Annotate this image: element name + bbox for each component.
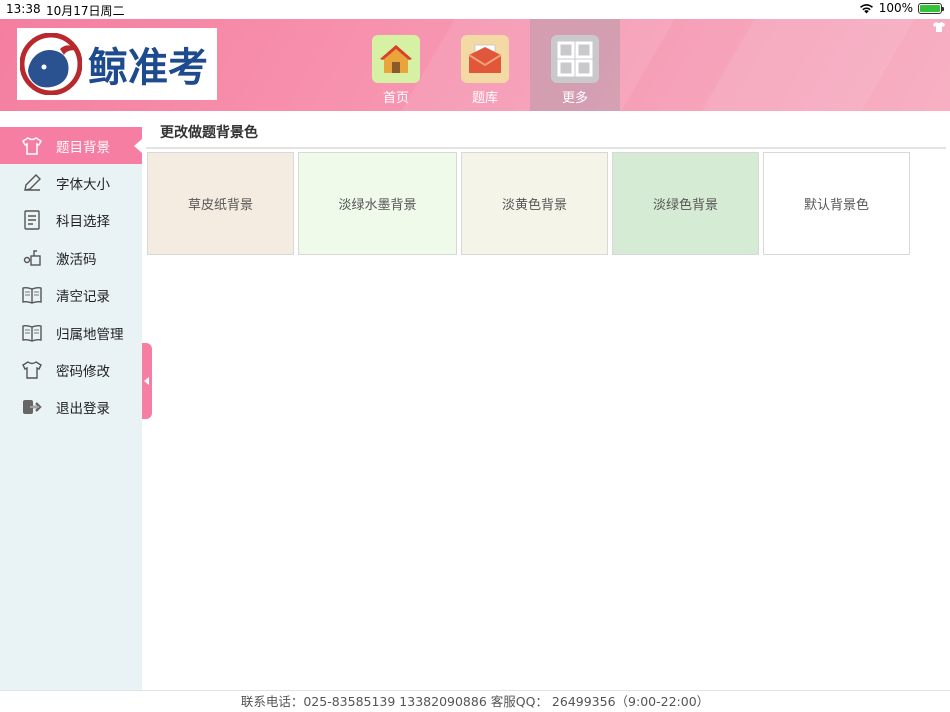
logo: 鲸准考: [17, 28, 217, 100]
sidebar-item-clear-records[interactable]: 清空记录: [0, 277, 142, 314]
document-icon: [22, 210, 42, 231]
sidebar-item-password-change[interactable]: 密码修改: [0, 351, 142, 388]
app-header: 鲸准考 首页 题库 更多: [0, 19, 950, 111]
sidebar: 题目背景 字体大小 科目选择 激活码 清空记录 归属地管理 密码修改 退出登录: [0, 111, 142, 690]
sidebar-item-label: 激活码: [56, 251, 97, 268]
grid-icon: [551, 35, 599, 83]
nav-question-bank-button[interactable]: 题库: [440, 19, 530, 111]
sidebar-item-logout[interactable]: 退出登录: [0, 389, 142, 426]
battery-icon: [918, 2, 944, 14]
whale-logo-icon: [20, 33, 82, 95]
footer-contact: 联系电话：025-83585139 13382090886 客服QQ： 2649…: [0, 690, 950, 712]
background-option-label: 默认背景色: [803, 198, 869, 213]
sidebar-item-question-background[interactable]: 题目背景: [0, 127, 142, 165]
nav-home-button[interactable]: 首页: [351, 19, 441, 111]
sidebar-item-label: 科目选择: [56, 214, 110, 231]
house-icon: [372, 35, 420, 83]
background-option-light-green[interactable]: 淡绿色背景: [612, 152, 759, 255]
shirt-icon: [22, 136, 42, 156]
background-option-kraft-paper[interactable]: 草皮纸背景: [147, 152, 294, 255]
sidebar-item-label: 密码修改: [56, 364, 110, 381]
sidebar-item-label: 字体大小: [56, 177, 110, 194]
background-option-light-yellow[interactable]: 淡黄色背景: [461, 152, 608, 255]
status-right: 100%: [859, 1, 944, 15]
envelope-icon: [461, 35, 509, 83]
sidebar-item-label: 退出登录: [56, 401, 110, 418]
nav-more-label: 更多: [561, 91, 588, 106]
nav-more-button[interactable]: 更多: [530, 19, 620, 111]
status-bar: 13:38 10月17日周二 100%: [0, 0, 950, 19]
book-icon: [22, 323, 42, 343]
background-option-label: 草皮纸背景: [187, 198, 253, 213]
skin-shirt-icon[interactable]: [932, 21, 946, 33]
key-icon: [22, 248, 42, 268]
sidebar-item-label: 题目背景: [56, 139, 110, 156]
shirt-outline-icon: [22, 360, 42, 380]
main-content: 更改做题背景色 草皮纸背景 淡绿水墨背景 淡黄色背景 淡绿色背景 默认背景色: [142, 111, 950, 690]
sidebar-item-font-size[interactable]: 字体大小: [0, 164, 142, 201]
battery-percent: 100%: [878, 1, 913, 15]
background-option-label: 淡绿色背景: [652, 198, 718, 213]
sidebar-item-label: 归属地管理: [56, 326, 124, 343]
status-time: 13:38: [6, 2, 41, 16]
wifi-icon: [859, 3, 873, 13]
background-option-light-green-ink[interactable]: 淡绿水墨背景: [298, 152, 457, 255]
nav-home-label: 首页: [382, 91, 409, 106]
logo-text: 鲸准考: [88, 44, 208, 91]
sidebar-item-label: 清空记录: [56, 289, 110, 306]
page-title: 更改做题背景色: [160, 125, 258, 141]
title-divider: [146, 147, 946, 149]
background-option-label: 淡黄色背景: [501, 198, 567, 213]
background-option-default[interactable]: 默认背景色: [763, 152, 910, 255]
logout-icon: [22, 397, 42, 417]
status-date: 10月17日周二: [46, 4, 125, 18]
sidebar-item-activation-code[interactable]: 激活码: [0, 239, 142, 276]
sidebar-item-location-management[interactable]: 归属地管理: [0, 314, 142, 351]
nav-question-bank-label: 题库: [471, 91, 498, 106]
sidebar-item-subject-select[interactable]: 科目选择: [0, 202, 142, 239]
book-icon: [22, 285, 42, 305]
background-option-label: 淡绿水墨背景: [338, 198, 417, 213]
pencil-icon: [22, 173, 42, 193]
